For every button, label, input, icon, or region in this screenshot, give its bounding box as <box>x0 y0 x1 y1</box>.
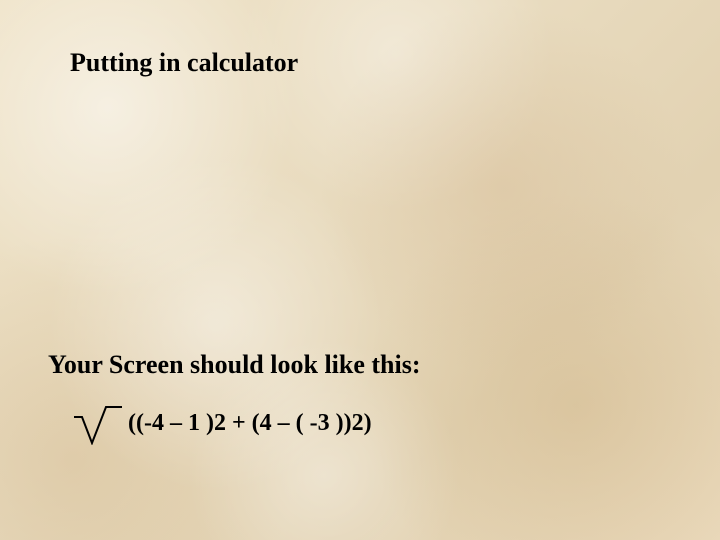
formula-row: ((-4 – 1 )2 + (4 – ( -3 ))2) <box>72 405 372 450</box>
slide-title: Putting in calculator <box>70 48 298 78</box>
formula-text: ((-4 – 1 )2 + (4 – ( -3 ))2) <box>128 405 372 438</box>
screen-instruction: Your Screen should look like this: <box>48 350 421 380</box>
square-root-icon <box>72 405 122 450</box>
